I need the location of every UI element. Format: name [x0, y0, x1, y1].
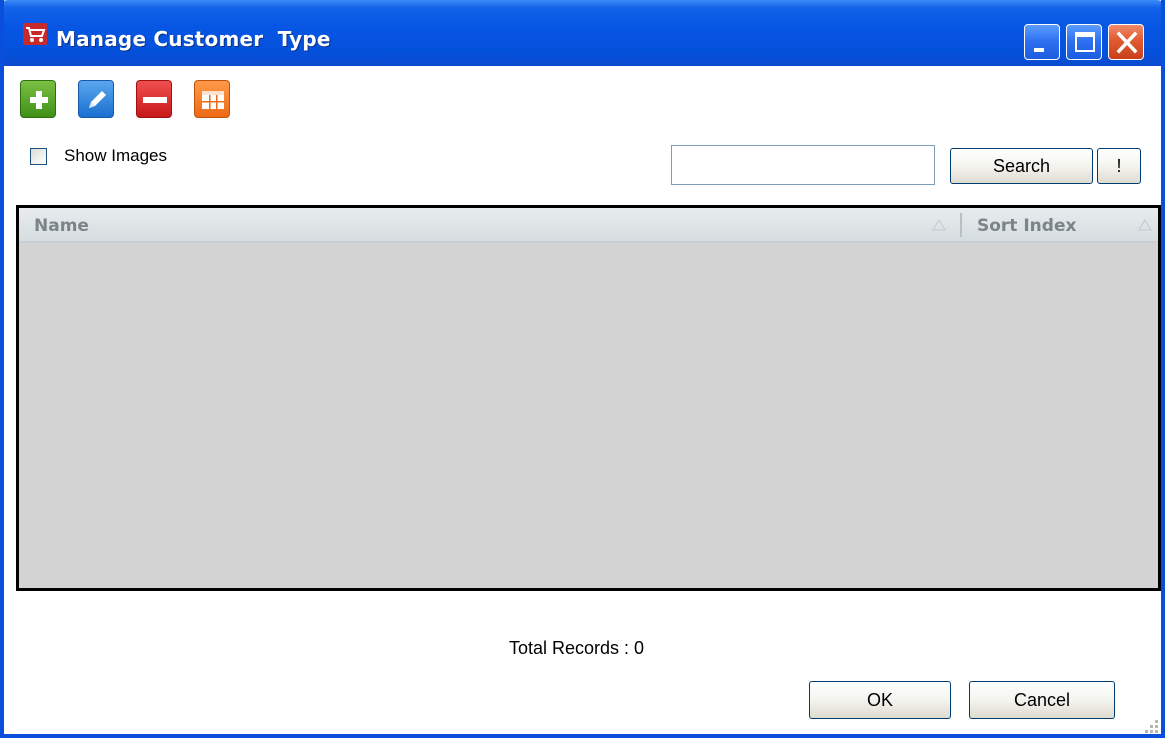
grid-columns-icon [202, 91, 224, 109]
manage-customer-type-window: Manage Customer Type Show Images Search … [0, 0, 1165, 738]
edit-button[interactable] [78, 80, 114, 118]
sort-asc-icon[interactable] [932, 219, 946, 231]
shopping-cart-icon [22, 22, 48, 46]
ok-button[interactable]: OK [809, 681, 951, 719]
search-input[interactable] [671, 145, 935, 185]
total-records-label: Total Records : 0 [509, 638, 645, 658]
remove-icon [143, 97, 167, 103]
add-icon [30, 91, 48, 109]
columns-button[interactable] [194, 80, 230, 118]
records-grid[interactable]: Name Sort Index [16, 205, 1161, 591]
minimize-icon [1034, 48, 1044, 52]
minimize-button[interactable] [1024, 24, 1060, 60]
window-title: Manage Customer Type [56, 27, 331, 51]
maximize-icon [1075, 32, 1095, 52]
show-images-label: Show Images [64, 146, 167, 165]
close-icon [1116, 31, 1138, 54]
edit-pencil-icon [89, 91, 106, 108]
title-bar[interactable]: Manage Customer Type [4, 0, 1161, 66]
column-separator[interactable] [960, 213, 962, 237]
column-header-name[interactable]: Name [34, 216, 89, 236]
cancel-button[interactable]: Cancel [969, 681, 1115, 719]
resize-grip-icon[interactable] [1142, 716, 1160, 734]
sort-asc-icon[interactable] [1138, 219, 1152, 231]
column-header-sort-index[interactable]: Sort Index [977, 216, 1076, 236]
close-button[interactable] [1108, 24, 1144, 60]
search-button[interactable]: Search [950, 148, 1093, 184]
grid-header: Name Sort Index [19, 208, 1158, 243]
remove-button[interactable] [136, 80, 172, 118]
show-images-checkbox[interactable] [30, 148, 47, 165]
maximize-button[interactable] [1066, 24, 1102, 60]
advanced-search-button[interactable]: ! [1097, 148, 1141, 184]
add-button[interactable] [20, 80, 56, 118]
